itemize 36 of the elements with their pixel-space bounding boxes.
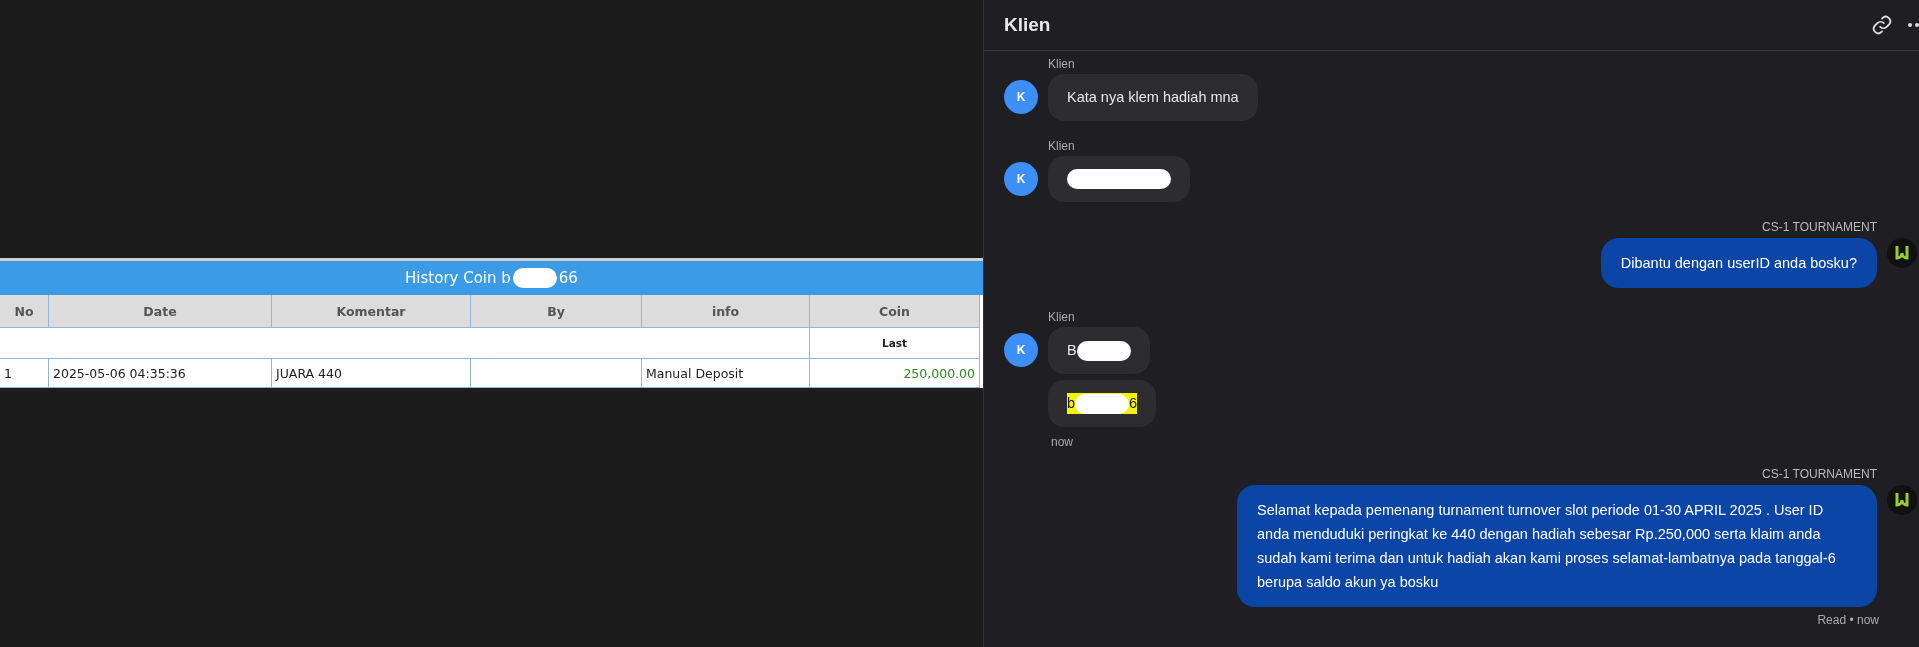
sender-name: Klien: [1048, 139, 1075, 153]
logo-icon: [1887, 485, 1917, 515]
sender-name: CS-1 TOURNAMENT: [1762, 467, 1877, 481]
sender-name: Klien: [1048, 57, 1075, 71]
column-header: By: [471, 295, 642, 328]
avatar: K: [1004, 162, 1038, 196]
column-header: Komentar: [272, 295, 471, 328]
column-header: Coin: [810, 295, 980, 328]
logo-icon: [1887, 238, 1917, 268]
avatar: K: [1004, 80, 1038, 114]
column-header: No: [0, 295, 49, 328]
redaction-mark: [512, 268, 557, 288]
highlighted-text: b 6: [1067, 393, 1138, 414]
message-bubble: Kata nya klem hadiah mna: [1048, 74, 1258, 121]
redaction-mark: [1076, 340, 1131, 361]
more-icon[interactable]: [1907, 22, 1919, 28]
table-cell: 2025-05-06 04:35:36: [49, 359, 272, 388]
column-header: info: [642, 295, 810, 328]
table-cell: 250,000.00: [810, 359, 980, 388]
table-cell: JUARA 440: [272, 359, 471, 388]
table-cell: Manual Deposit: [642, 359, 810, 388]
table-title: History Coin b 66: [405, 268, 578, 288]
link-icon[interactable]: [1871, 14, 1893, 36]
timestamp: now: [1051, 435, 1073, 449]
redaction-mark: [1075, 393, 1130, 414]
avatar: K: [1004, 333, 1038, 367]
read-receipt: Read • now: [1817, 613, 1879, 627]
subheader-cell: Last: [810, 328, 980, 359]
chat-title: Klien: [1004, 14, 1052, 36]
table-cell: 1: [0, 359, 49, 388]
message-bubble: B: [1048, 327, 1150, 374]
message-bubble: Selamat kepada pemenang turnament turnover slot periode 01-30 APRIL 2025 . User ID anda menduduki peringkat ke 440 dengan hadiah sebesar Rp.250,000 serta klaim anda sudah kami terima dan untuk hadiah akan kami proses selamat-lambatnya pada tanggal-6 berupa saldo akun ya bosku: [1237, 485, 1877, 607]
sender-name: CS-1 TOURNAMENT: [1762, 220, 1877, 234]
column-header: Date: [49, 295, 272, 328]
message-bubble: Dibantu dengan userID anda bosku?: [1600, 238, 1877, 288]
sender-name: Klien: [1048, 310, 1075, 324]
